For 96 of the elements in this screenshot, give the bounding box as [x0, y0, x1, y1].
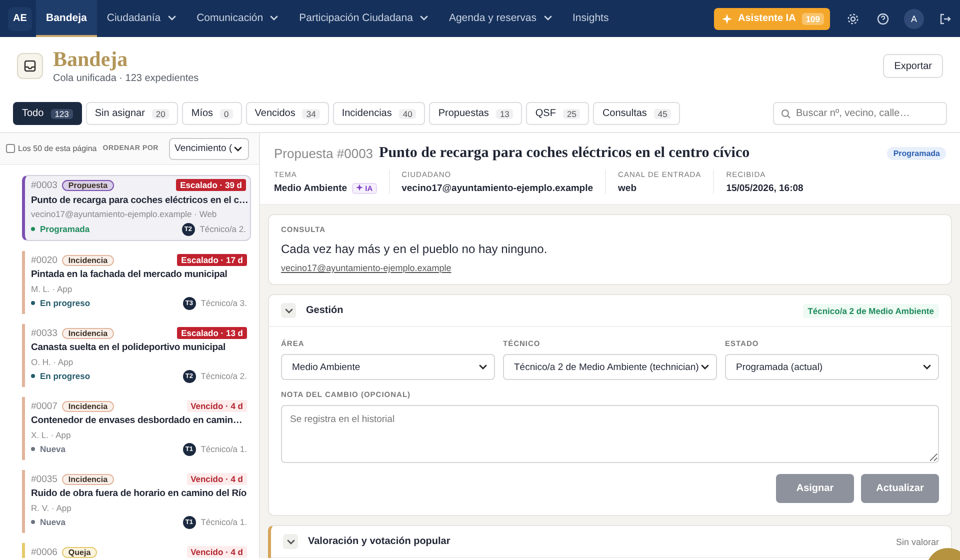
meta-value: 15/05/2026, 16:08 — [726, 183, 804, 194]
section-title: Gestión — [306, 305, 344, 316]
chevron-down-icon — [700, 362, 710, 372]
deadline-badge: Escalado · 13 d — [177, 327, 247, 339]
count-badge: 34 — [302, 108, 320, 118]
count-badge: 123 — [50, 108, 73, 118]
case-title: Canasta suelta en el polideportivo municipal — [31, 342, 227, 354]
type-tag: Incidencia — [62, 254, 114, 266]
case-number: #0003 — [31, 180, 58, 190]
search-field[interactable]: Buscar nº, vecino, calle… — [773, 102, 947, 125]
status-label: En progreso — [40, 298, 90, 308]
status-label: Nueva — [40, 517, 66, 528]
inquiry-text: Cada vez hay más y en el pueblo no hay ninguno. — [281, 242, 548, 256]
email-link[interactable]: vecino17@ayuntamiento-ejemplo.example — [281, 263, 452, 273]
nav-tab[interactable]: Participación Ciudadana — [289, 0, 439, 37]
case-number: #0033 — [31, 328, 58, 338]
type-tag: Incidencia — [62, 328, 114, 338]
sparkle-icon — [722, 14, 732, 24]
count-badge: 25 — [562, 108, 580, 118]
status-label: Nueva — [40, 444, 66, 454]
case-number: #0007 — [31, 400, 58, 412]
sort-select[interactable]: Vencimiento ( — [168, 138, 249, 160]
case-number: #0035 — [31, 474, 58, 484]
count-badge: 109 — [802, 12, 824, 24]
filter-tab[interactable]: Incidencias 40 — [332, 102, 426, 125]
section-title: Valoración y votación popular — [308, 536, 450, 547]
collapse-toggle[interactable] — [283, 534, 298, 549]
filter-tab[interactable]: Sin asignar 20 — [86, 102, 178, 125]
assignee-name: Técnico/a 1. — [200, 444, 247, 454]
case-title: Punto de recarga para coches eléctricos en el centro cívico — [379, 145, 750, 162]
nav-tab[interactable]: Comunicación — [186, 0, 290, 37]
case-number: #0006 — [31, 546, 58, 558]
type-tag: Incidencia — [62, 400, 114, 412]
filter-tab[interactable]: QSF 25 — [526, 102, 590, 125]
meta-value: vecino17@ayuntamiento-ejemplo.example — [402, 183, 594, 194]
case-source: O. H. · App — [31, 356, 74, 367]
count-badge: 20 — [152, 108, 170, 118]
assignee-name: Técnico/a 2. — [200, 371, 247, 382]
meta-value: web — [618, 183, 637, 194]
chevron-down-icon — [478, 362, 488, 372]
filter-tab[interactable]: Todo 123 — [13, 102, 82, 125]
case-source: vecino17@ayuntamiento-ejemplo.example · Web — [31, 209, 218, 220]
nav-tab[interactable]: Agenda y reservas — [438, 0, 563, 37]
count-badge: 40 — [398, 108, 416, 118]
select-field[interactable]: Programada (actual) — [725, 354, 939, 380]
status-label: En progreso — [40, 371, 90, 382]
select-field[interactable]: Técnico/a 2 de Medio Ambiente (technician) — [503, 354, 717, 380]
count-badge: 45 — [654, 108, 672, 118]
deadline-badge: Vencido · 4 d — [186, 473, 247, 485]
case-title: Punto de recarga para coches eléctricos en el c… — [31, 194, 246, 206]
export-button[interactable]: Exportar — [883, 54, 943, 78]
case-source: X. L. · App — [31, 430, 72, 440]
status-badge: Programada — [887, 147, 946, 160]
type-tag: Propuesta — [62, 180, 114, 190]
filter-tab[interactable]: Míos 0 — [182, 102, 242, 125]
chevron-down-icon — [922, 362, 932, 372]
case-title: Contenedor de envases desbordado en camin… — [31, 415, 244, 426]
checkbox-label: Los 50 de esta página — [18, 144, 97, 153]
checkbox[interactable] — [6, 144, 15, 153]
case-source: M. L. · App — [31, 284, 74, 294]
deadline-badge: Vencido · 4 d — [186, 400, 247, 412]
deadline-badge: Vencido · 4 d — [186, 546, 247, 558]
note-field[interactable]: Se registra en el historial — [281, 405, 939, 463]
page-subtitle: Cola unificada · 123 expedientes — [53, 72, 199, 84]
case-item[interactable]: #0006 Queja Vencido · 4 d — [22, 543, 251, 558]
meta-value: Medio Ambiente — [274, 183, 348, 194]
count-badge: 0 — [220, 108, 233, 118]
status-label: Programada — [40, 224, 90, 234]
nav-tab[interactable]: Ciudadanía — [96, 0, 187, 37]
user-avatar[interactable]: A — [904, 8, 924, 28]
page-title: Bandeja — [53, 48, 129, 70]
collapse-toggle[interactable] — [281, 303, 296, 318]
filter-tab[interactable]: Propuestas 13 — [429, 102, 522, 125]
count-badge: 13 — [496, 108, 514, 118]
rating-status: Sin valorar — [896, 536, 939, 546]
case-number: #0020 — [31, 254, 58, 266]
assignee-badge: Técnico/a 2 de Medio Ambiente — [802, 304, 939, 318]
inbox-icon — [17, 53, 43, 79]
case-title: Ruido de obra fuera de horario en camino del Río — [31, 488, 247, 500]
nav-tab[interactable]: Insights — [562, 0, 619, 37]
case-source: R. V. · App — [31, 502, 72, 513]
case-kind: Propuesta #0003 — [274, 146, 374, 161]
type-tag: Queja — [62, 546, 97, 558]
select-field[interactable]: Medio Ambiente — [281, 354, 495, 380]
assignee-name: Técnico/a 2. — [200, 224, 246, 234]
app-logo[interactable]: AE — [8, 6, 32, 30]
assignee-name: Técnico/a 3. — [200, 298, 247, 308]
nav-tab[interactable]: Bandeja — [36, 0, 97, 37]
search-icon — [781, 108, 791, 118]
case-title: Pintada en la fachada del mercado municipal — [31, 269, 228, 280]
deadline-badge: Escalado · 17 d — [177, 254, 247, 266]
assignee-name: Técnico/a 1. — [200, 517, 247, 528]
type-tag: Incidencia — [62, 474, 114, 484]
filter-tab[interactable]: Vencidos 34 — [246, 102, 329, 125]
deadline-badge: Escalado · 39 d — [176, 179, 246, 191]
filter-tab[interactable]: Consultas 45 — [593, 102, 680, 125]
